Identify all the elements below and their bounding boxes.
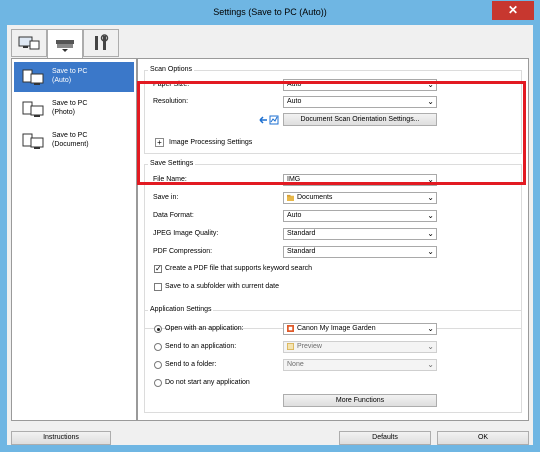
list-item-sublabel: (Document) [52,141,89,148]
keyword-pdf-label[interactable]: Create a PDF file that supports keyword … [165,265,312,272]
list-item-label: Save to PC [52,100,88,107]
tab-general-settings[interactable] [83,29,119,57]
chevron-down-icon: ⌄ [427,80,434,89]
list-item-save-to-pc-photo[interactable]: Save to PC (Photo) [14,94,134,124]
do-not-start-application-radio[interactable] [154,379,162,387]
subfolder-checkbox[interactable] [154,283,162,291]
orientation-arrow-icon [259,115,279,125]
scan-from-computer-tab-icon [18,36,40,50]
chevron-down-icon: ⌄ [427,175,434,184]
send-to-folder-label[interactable]: Send to a folder: [165,361,216,368]
title-bar[interactable]: Settings (Save to PC (Auto)) ✕ [1,1,539,25]
scanner-action-list: Save to PC (Auto) Save to PC (Photo) Sav… [11,58,137,421]
save-in-select[interactable]: Documents ⌄ [283,192,437,204]
save-to-pc-auto-icon [22,69,44,85]
send-to-folder-radio[interactable] [154,361,162,369]
pdf-compression-select[interactable]: Standard ⌄ [283,246,437,258]
chevron-down-icon: ⌄ [427,97,434,106]
client-area: Save to PC (Auto) Save to PC (Photo) Sav… [7,25,533,445]
list-item-save-to-pc-auto[interactable]: Save to PC (Auto) [14,62,134,92]
open-with-application-label[interactable]: Open with an application: [165,325,244,332]
documents-folder-icon [287,194,294,201]
send-to-folder-select[interactable]: None ⌄ [283,359,437,371]
settings-window: Settings (Save to PC (Auto)) ✕ Save to P… [0,0,540,452]
more-functions-button[interactable]: More Functions [283,394,437,407]
jpeg-quality-select[interactable]: Standard ⌄ [283,228,437,240]
chevron-down-icon: ⌄ [427,193,434,202]
application-settings-group: Application Settings Open with an applic… [144,306,522,413]
chevron-down-icon: ⌄ [427,342,434,351]
expand-image-processing-button[interactable]: + [155,138,164,147]
file-name-label: File Name: [153,176,187,183]
data-format-select[interactable]: Auto ⌄ [283,210,437,222]
tab-scan-from-computer[interactable] [11,29,47,57]
keyword-pdf-checkbox[interactable] [154,264,162,273]
ok-button[interactable]: OK [437,431,529,445]
resolution-label: Resolution: [153,98,189,105]
send-to-application-radio[interactable] [154,343,162,351]
scan-options-title: Scan Options [148,66,195,73]
subfolder-label[interactable]: Save to a subfolder with current date [165,283,279,290]
scanner-button-tab-icon [56,40,74,52]
list-item-label: Save to PC [52,132,88,139]
save-in-label: Save in: [153,194,179,201]
list-item-save-to-pc-document[interactable]: Save to PC (Document) [14,126,134,156]
paper-size-select[interactable]: Auto ⌄ [283,79,437,91]
save-settings-group: Save Settings File Name: IMG ⌄ Save in: … [144,160,522,329]
application-settings-title: Application Settings [148,306,214,313]
document-scan-orientation-button[interactable]: Document Scan Orientation Settings... [283,113,437,126]
chevron-down-icon: ⌄ [427,211,434,220]
defaults-button[interactable]: Defaults [339,431,431,445]
chevron-down-icon: ⌄ [427,360,434,369]
paper-size-label: Paper Size: [153,81,190,88]
image-garden-app-icon [287,324,294,332]
chevron-down-icon: ⌄ [427,247,434,256]
preview-app-icon [287,342,294,350]
do-not-start-application-label[interactable]: Do not start any application [165,379,250,386]
list-item-sublabel: (Auto) [52,77,72,84]
save-settings-title: Save Settings [148,160,196,167]
scan-options-group: Scan Options Paper Size: Auto ⌄ Resoluti… [144,66,522,154]
save-to-pc-document-icon [22,133,44,149]
pdf-compression-label: PDF Compression: [153,248,213,255]
data-format-label: Data Format: [153,212,194,219]
close-button[interactable]: ✕ [492,1,534,20]
image-processing-label[interactable]: Image Processing Settings [169,139,252,146]
jpeg-quality-label: JPEG Image Quality: [153,230,219,237]
list-item-sublabel: (Photo) [52,109,75,116]
settings-panel: Scan Options Paper Size: Auto ⌄ Resoluti… [137,58,529,421]
open-with-application-select[interactable]: Canon My Image Garden ⌄ [283,323,437,335]
tab-scanner-button[interactable] [47,29,83,60]
instructions-button[interactable]: Instructions [11,431,111,445]
save-to-pc-photo-icon [22,101,44,117]
chevron-down-icon: ⌄ [427,229,434,238]
general-settings-tab-icon [95,34,109,50]
chevron-down-icon: ⌄ [427,324,434,333]
send-to-application-select[interactable]: Preview ⌄ [283,341,437,353]
list-item-label: Save to PC [52,68,88,75]
send-to-application-label[interactable]: Send to an application: [165,343,236,350]
window-title: Settings (Save to PC (Auto)) [213,7,327,17]
open-with-application-radio[interactable] [154,325,162,333]
resolution-select[interactable]: Auto ⌄ [283,96,437,108]
file-name-combo[interactable]: IMG ⌄ [283,174,437,186]
